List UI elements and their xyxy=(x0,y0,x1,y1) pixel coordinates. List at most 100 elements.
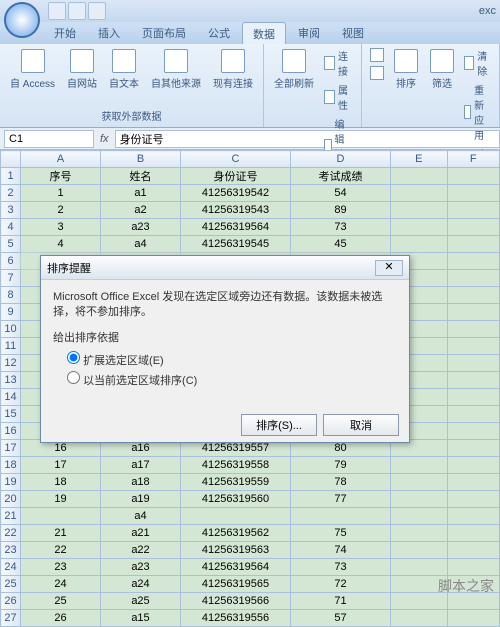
btn-sort-az[interactable] xyxy=(368,47,386,63)
cell[interactable] xyxy=(447,304,499,321)
dialog-titlebar[interactable]: 排序提醒 ✕ xyxy=(41,256,409,280)
cell[interactable] xyxy=(447,440,499,457)
cell[interactable]: 4 xyxy=(21,236,101,253)
cell[interactable]: 26 xyxy=(21,610,101,627)
table-row[interactable]: 2423a234125631956473 xyxy=(1,559,500,576)
col-header-e[interactable]: E xyxy=(391,151,448,168)
close-icon[interactable]: ✕ xyxy=(375,260,403,276)
row-header[interactable]: 1 xyxy=(1,168,21,185)
cell[interactable] xyxy=(391,202,448,219)
row-header[interactable]: 11 xyxy=(1,338,21,355)
cell[interactable]: a4 xyxy=(101,236,181,253)
tab-data[interactable]: 数据 xyxy=(242,22,286,44)
row-header[interactable]: 7 xyxy=(1,270,21,287)
cell[interactable] xyxy=(447,542,499,559)
row-header[interactable]: 8 xyxy=(1,287,21,304)
cell[interactable]: 22 xyxy=(21,542,101,559)
btn-clear[interactable]: 清除 xyxy=(462,47,493,79)
row-header[interactable]: 22 xyxy=(1,525,21,542)
qat-redo-icon[interactable] xyxy=(88,2,106,20)
cell[interactable] xyxy=(391,168,448,185)
cell[interactable] xyxy=(447,457,499,474)
cell[interactable]: 41256319560 xyxy=(181,491,291,508)
cell[interactable]: a17 xyxy=(101,457,181,474)
table-row[interactable]: 1817a174125631955879 xyxy=(1,457,500,474)
cell[interactable] xyxy=(391,610,448,627)
cell[interactable]: a23 xyxy=(101,219,181,236)
name-box[interactable] xyxy=(4,130,94,148)
fx-icon[interactable]: fx xyxy=(94,133,115,145)
row-header[interactable]: 12 xyxy=(1,355,21,372)
cell[interactable]: a22 xyxy=(101,542,181,559)
cell[interactable]: 序号 xyxy=(21,168,101,185)
cell[interactable] xyxy=(447,219,499,236)
tab-layout[interactable]: 页面布局 xyxy=(132,22,196,44)
cell[interactable]: 41256319566 xyxy=(181,593,291,610)
cell[interactable] xyxy=(447,491,499,508)
row-header[interactable]: 6 xyxy=(1,253,21,270)
cell[interactable] xyxy=(391,185,448,202)
cell[interactable] xyxy=(447,474,499,491)
cell[interactable]: 41256319558 xyxy=(181,457,291,474)
row-header[interactable]: 17 xyxy=(1,440,21,457)
row-header[interactable]: 9 xyxy=(1,304,21,321)
cell[interactable] xyxy=(447,270,499,287)
row-header[interactable]: 26 xyxy=(1,593,21,610)
cell[interactable] xyxy=(447,372,499,389)
cell[interactable]: a15 xyxy=(101,610,181,627)
row-header[interactable]: 25 xyxy=(1,576,21,593)
table-row[interactable]: 1序号姓名身份证号考试成绩 xyxy=(1,168,500,185)
cell[interactable] xyxy=(391,491,448,508)
col-header-b[interactable]: B xyxy=(101,151,181,168)
table-row[interactable]: 2625a254125631956671 xyxy=(1,593,500,610)
cell[interactable]: a4 xyxy=(101,508,181,525)
row-header[interactable]: 13 xyxy=(1,372,21,389)
cell[interactable] xyxy=(447,321,499,338)
cell[interactable]: 41256319562 xyxy=(181,525,291,542)
table-row[interactable]: 21a14125631954254 xyxy=(1,185,500,202)
col-header-c[interactable]: C xyxy=(181,151,291,168)
btn-reapply[interactable]: 重新应用 xyxy=(462,81,493,143)
col-header-f[interactable]: F xyxy=(447,151,499,168)
table-row[interactable]: 21a4 xyxy=(1,508,500,525)
select-all-corner[interactable] xyxy=(1,151,21,168)
row-header[interactable]: 2 xyxy=(1,185,21,202)
table-row[interactable]: 54a44125631954545 xyxy=(1,236,500,253)
cell[interactable]: a21 xyxy=(101,525,181,542)
cell[interactable] xyxy=(391,525,448,542)
cell[interactable] xyxy=(181,508,291,525)
cell[interactable]: 74 xyxy=(291,542,391,559)
cell[interactable]: 21 xyxy=(21,525,101,542)
cell[interactable]: a23 xyxy=(101,559,181,576)
radio-expand[interactable]: 扩展选定区域(E) xyxy=(67,351,397,368)
table-row[interactable]: 43a234125631956473 xyxy=(1,219,500,236)
cell[interactable]: 考试成绩 xyxy=(291,168,391,185)
cell[interactable]: 77 xyxy=(291,491,391,508)
cell[interactable] xyxy=(447,525,499,542)
cell[interactable]: 71 xyxy=(291,593,391,610)
col-header-a[interactable]: A xyxy=(21,151,101,168)
cell[interactable]: a2 xyxy=(101,202,181,219)
cell[interactable]: 78 xyxy=(291,474,391,491)
row-header[interactable]: 27 xyxy=(1,610,21,627)
cell[interactable] xyxy=(391,457,448,474)
cell[interactable]: 41256319545 xyxy=(181,236,291,253)
cell[interactable]: 19 xyxy=(21,491,101,508)
cell[interactable]: 54 xyxy=(291,185,391,202)
cell[interactable] xyxy=(447,559,499,576)
cell[interactable] xyxy=(391,474,448,491)
tab-view[interactable]: 视图 xyxy=(332,22,374,44)
cancel-button[interactable]: 取消 xyxy=(323,414,399,436)
cell[interactable] xyxy=(447,423,499,440)
cell[interactable] xyxy=(391,219,448,236)
cell[interactable]: 41256319556 xyxy=(181,610,291,627)
row-header[interactable]: 5 xyxy=(1,236,21,253)
btn-from-access[interactable]: 自 Access xyxy=(6,47,59,92)
cell[interactable]: 45 xyxy=(291,236,391,253)
radio-current[interactable]: 以当前选定区域排序(C) xyxy=(67,371,397,388)
cell[interactable]: 2 xyxy=(21,202,101,219)
cell[interactable]: 41256319564 xyxy=(181,219,291,236)
tab-review[interactable]: 审阅 xyxy=(288,22,330,44)
cell[interactable]: 41256319564 xyxy=(181,559,291,576)
cell[interactable]: 72 xyxy=(291,576,391,593)
